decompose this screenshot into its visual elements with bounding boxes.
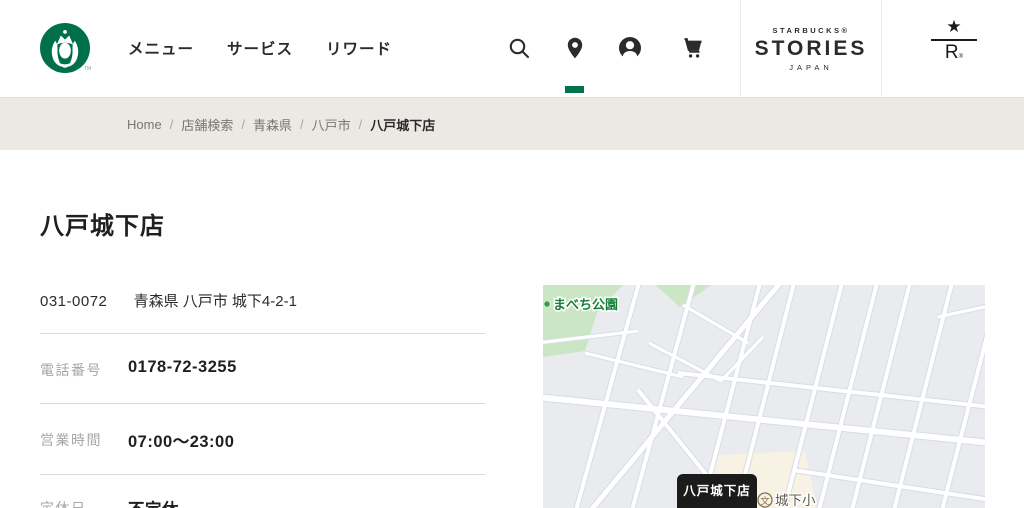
header: TM メニュー サービス リワード STARBUCKS® STORIES JAP… — [0, 0, 1024, 96]
header-divider — [881, 0, 882, 96]
phone-label: 電話番号 — [40, 362, 102, 378]
school-label: 城下小 — [775, 493, 816, 508]
phone-value: 0178-72-3255 — [128, 358, 237, 376]
stories-japan-logo[interactable]: STARBUCKS® STORIES JAPAN — [741, 26, 881, 72]
breadcrumb-current-store: 八戸城下店 — [370, 118, 436, 133]
store-address: 031-0072 青森県 八戸市 城下4-2-1 — [40, 290, 297, 311]
holiday-label: 定休日 — [40, 500, 87, 508]
hours-label: 営業時間 — [40, 432, 102, 448]
breadcrumb-prefecture[interactable]: 青森県 — [253, 115, 292, 134]
divider — [40, 403, 485, 404]
search-icon[interactable] — [507, 36, 531, 60]
account-icon[interactable] — [618, 36, 642, 60]
store-detail-page: TM メニュー サービス リワード STARBUCKS® STORIES JAP… — [0, 0, 1024, 508]
stories-logo-top: STARBUCKS® — [772, 26, 850, 35]
stories-logo-bottom: JAPAN — [789, 63, 833, 72]
nav-item-reward[interactable]: リワード — [326, 37, 392, 59]
school-symbol-icon: 文 — [760, 496, 770, 508]
logo-trademark: TM — [84, 66, 92, 72]
points-logo-bar — [931, 39, 977, 41]
star-icon: ★ — [946, 17, 962, 36]
school-marker: 文 — [757, 492, 773, 508]
points-logo-letter: R® — [944, 42, 964, 63]
store-map-tooltip[interactable]: 八戸城下店 — [677, 474, 757, 508]
location-pin-icon[interactable] — [563, 36, 587, 60]
breadcrumb-separator: / — [358, 117, 363, 132]
breadcrumb-separator: / — [169, 117, 174, 132]
registered-mark: ® — [958, 54, 964, 60]
store-name-title: 八戸城下店 — [40, 213, 165, 240]
breadcrumb-separator: / — [241, 117, 245, 132]
rewards-points-logo[interactable]: ★ R® — [925, 18, 983, 64]
divider — [40, 333, 485, 334]
siren-icon — [40, 23, 90, 73]
postal-code: 031-0072 — [40, 293, 108, 310]
cart-icon[interactable] — [680, 36, 704, 60]
breadcrumb-bar: Home / 店舗検索 / 青森県 / 八戸市 / 八戸城下店 — [0, 97, 1024, 150]
nav-item-menu[interactable]: メニュー — [128, 37, 194, 59]
active-nav-indicator — [565, 86, 584, 93]
store-map[interactable]: まべち公園 文 城下小 八戸城下店 — [543, 285, 985, 508]
breadcrumb: Home / 店舗検索 / 青森県 / 八戸市 / 八戸城下店 — [127, 98, 435, 151]
starbucks-logo[interactable] — [40, 23, 90, 73]
address-text: 青森県 八戸市 城下4-2-1 — [133, 293, 297, 310]
breadcrumb-city[interactable]: 八戸市 — [312, 115, 351, 134]
nav-item-service[interactable]: サービス — [227, 37, 293, 59]
breadcrumb-separator: / — [299, 117, 304, 132]
stories-logo-main: STORIES — [754, 37, 868, 60]
park-marker-icon — [544, 301, 550, 307]
park-label: まべち公園 — [553, 297, 618, 312]
divider — [40, 474, 485, 475]
hours-value: 07:00〜23:00 — [128, 433, 235, 451]
breadcrumb-store-search[interactable]: 店舗検索 — [181, 115, 233, 134]
store-tooltip-label: 八戸城下店 — [682, 483, 751, 498]
main-nav: メニュー サービス リワード — [128, 0, 392, 96]
holiday-value: 不定休 — [128, 496, 179, 508]
breadcrumb-home[interactable]: Home — [127, 117, 162, 132]
